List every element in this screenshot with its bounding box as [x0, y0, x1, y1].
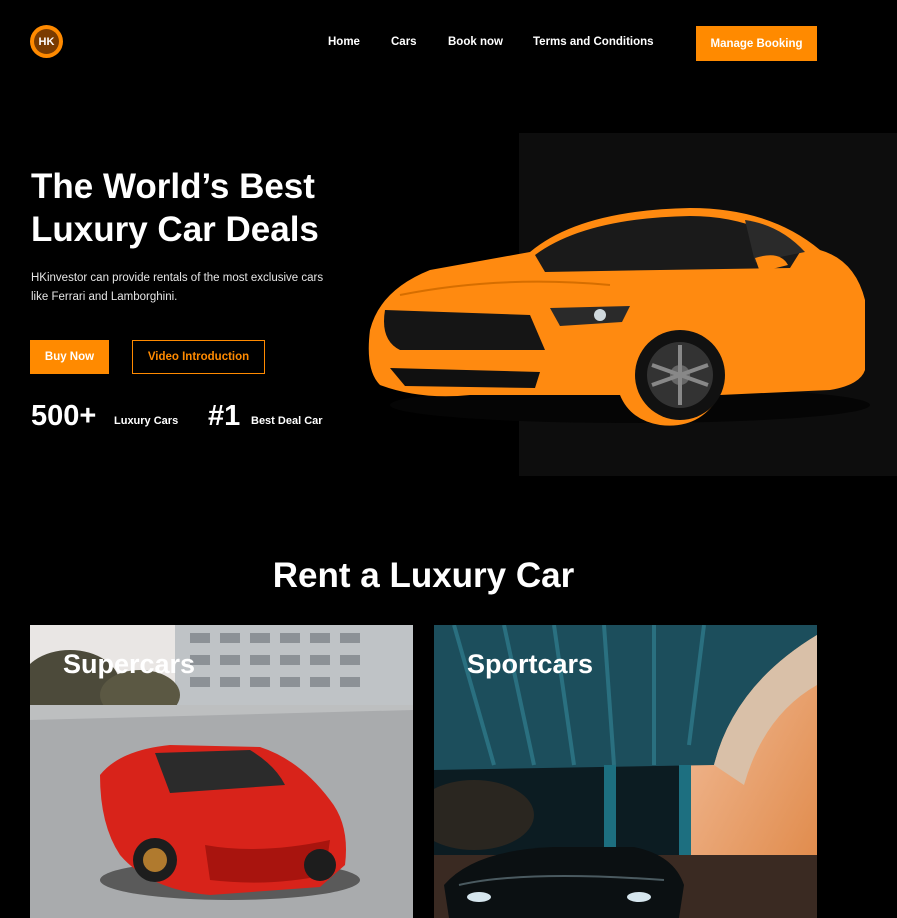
hero-title-line1: The World’s Best — [31, 167, 315, 206]
nav-book-now[interactable]: Book now — [448, 36, 503, 48]
hero-title-line2: Luxury Car Deals — [31, 210, 319, 249]
video-introduction-button[interactable]: Video Introduction — [132, 340, 265, 374]
manage-booking-button[interactable]: Manage Booking — [696, 26, 817, 61]
buy-now-button[interactable]: Buy Now — [30, 340, 109, 374]
card-title-sportcars: Sportcars — [467, 649, 594, 679]
section-title: Rent a Luxury Car — [272, 556, 575, 595]
hero-subtitle-line1: HKinvestor can provide rentals of the mo… — [31, 272, 324, 284]
hero-car-image — [368, 208, 870, 426]
nav-terms[interactable]: Terms and Conditions — [533, 36, 654, 48]
stat-cars-value: 500+ — [31, 400, 97, 432]
hero-subtitle: HKinvestor can provide rentals of the mo… — [31, 269, 361, 307]
card-supercars[interactable]: Supercars — [30, 625, 413, 918]
stat-rank-label: Best Deal Car — [251, 415, 323, 427]
hero-subtitle-line2: like Ferrari and Lamborghini. — [31, 291, 178, 303]
card-sportcars[interactable]: Sportcars — [434, 625, 817, 918]
logo-mark: HK — [34, 29, 59, 54]
nav-home[interactable]: Home — [328, 36, 360, 48]
card-title-supercars: Supercars — [63, 649, 196, 679]
stat-cars-label: Luxury Cars — [114, 415, 179, 427]
hero-title: The World’s Best Luxury Car Deals — [31, 165, 391, 251]
nav-cars[interactable]: Cars — [391, 36, 417, 48]
stat-rank-value: #1 — [208, 400, 241, 432]
logo[interactable]: HK — [30, 25, 63, 58]
